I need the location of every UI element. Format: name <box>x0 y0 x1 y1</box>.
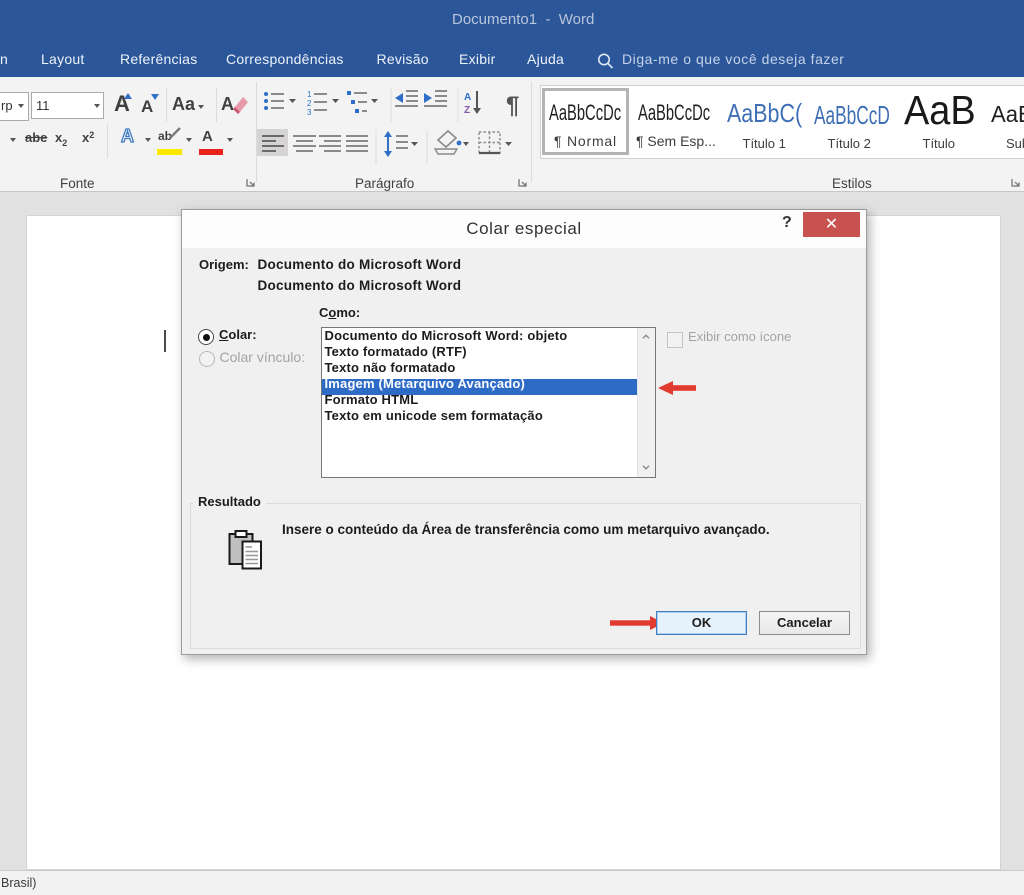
svg-text:1: 1 <box>307 90 312 99</box>
svg-text:2: 2 <box>307 99 312 108</box>
svg-text:A: A <box>464 92 471 103</box>
svg-text:¶: ¶ <box>506 92 519 119</box>
svg-text:3: 3 <box>307 108 312 117</box>
svg-text:Z: Z <box>464 105 470 116</box>
